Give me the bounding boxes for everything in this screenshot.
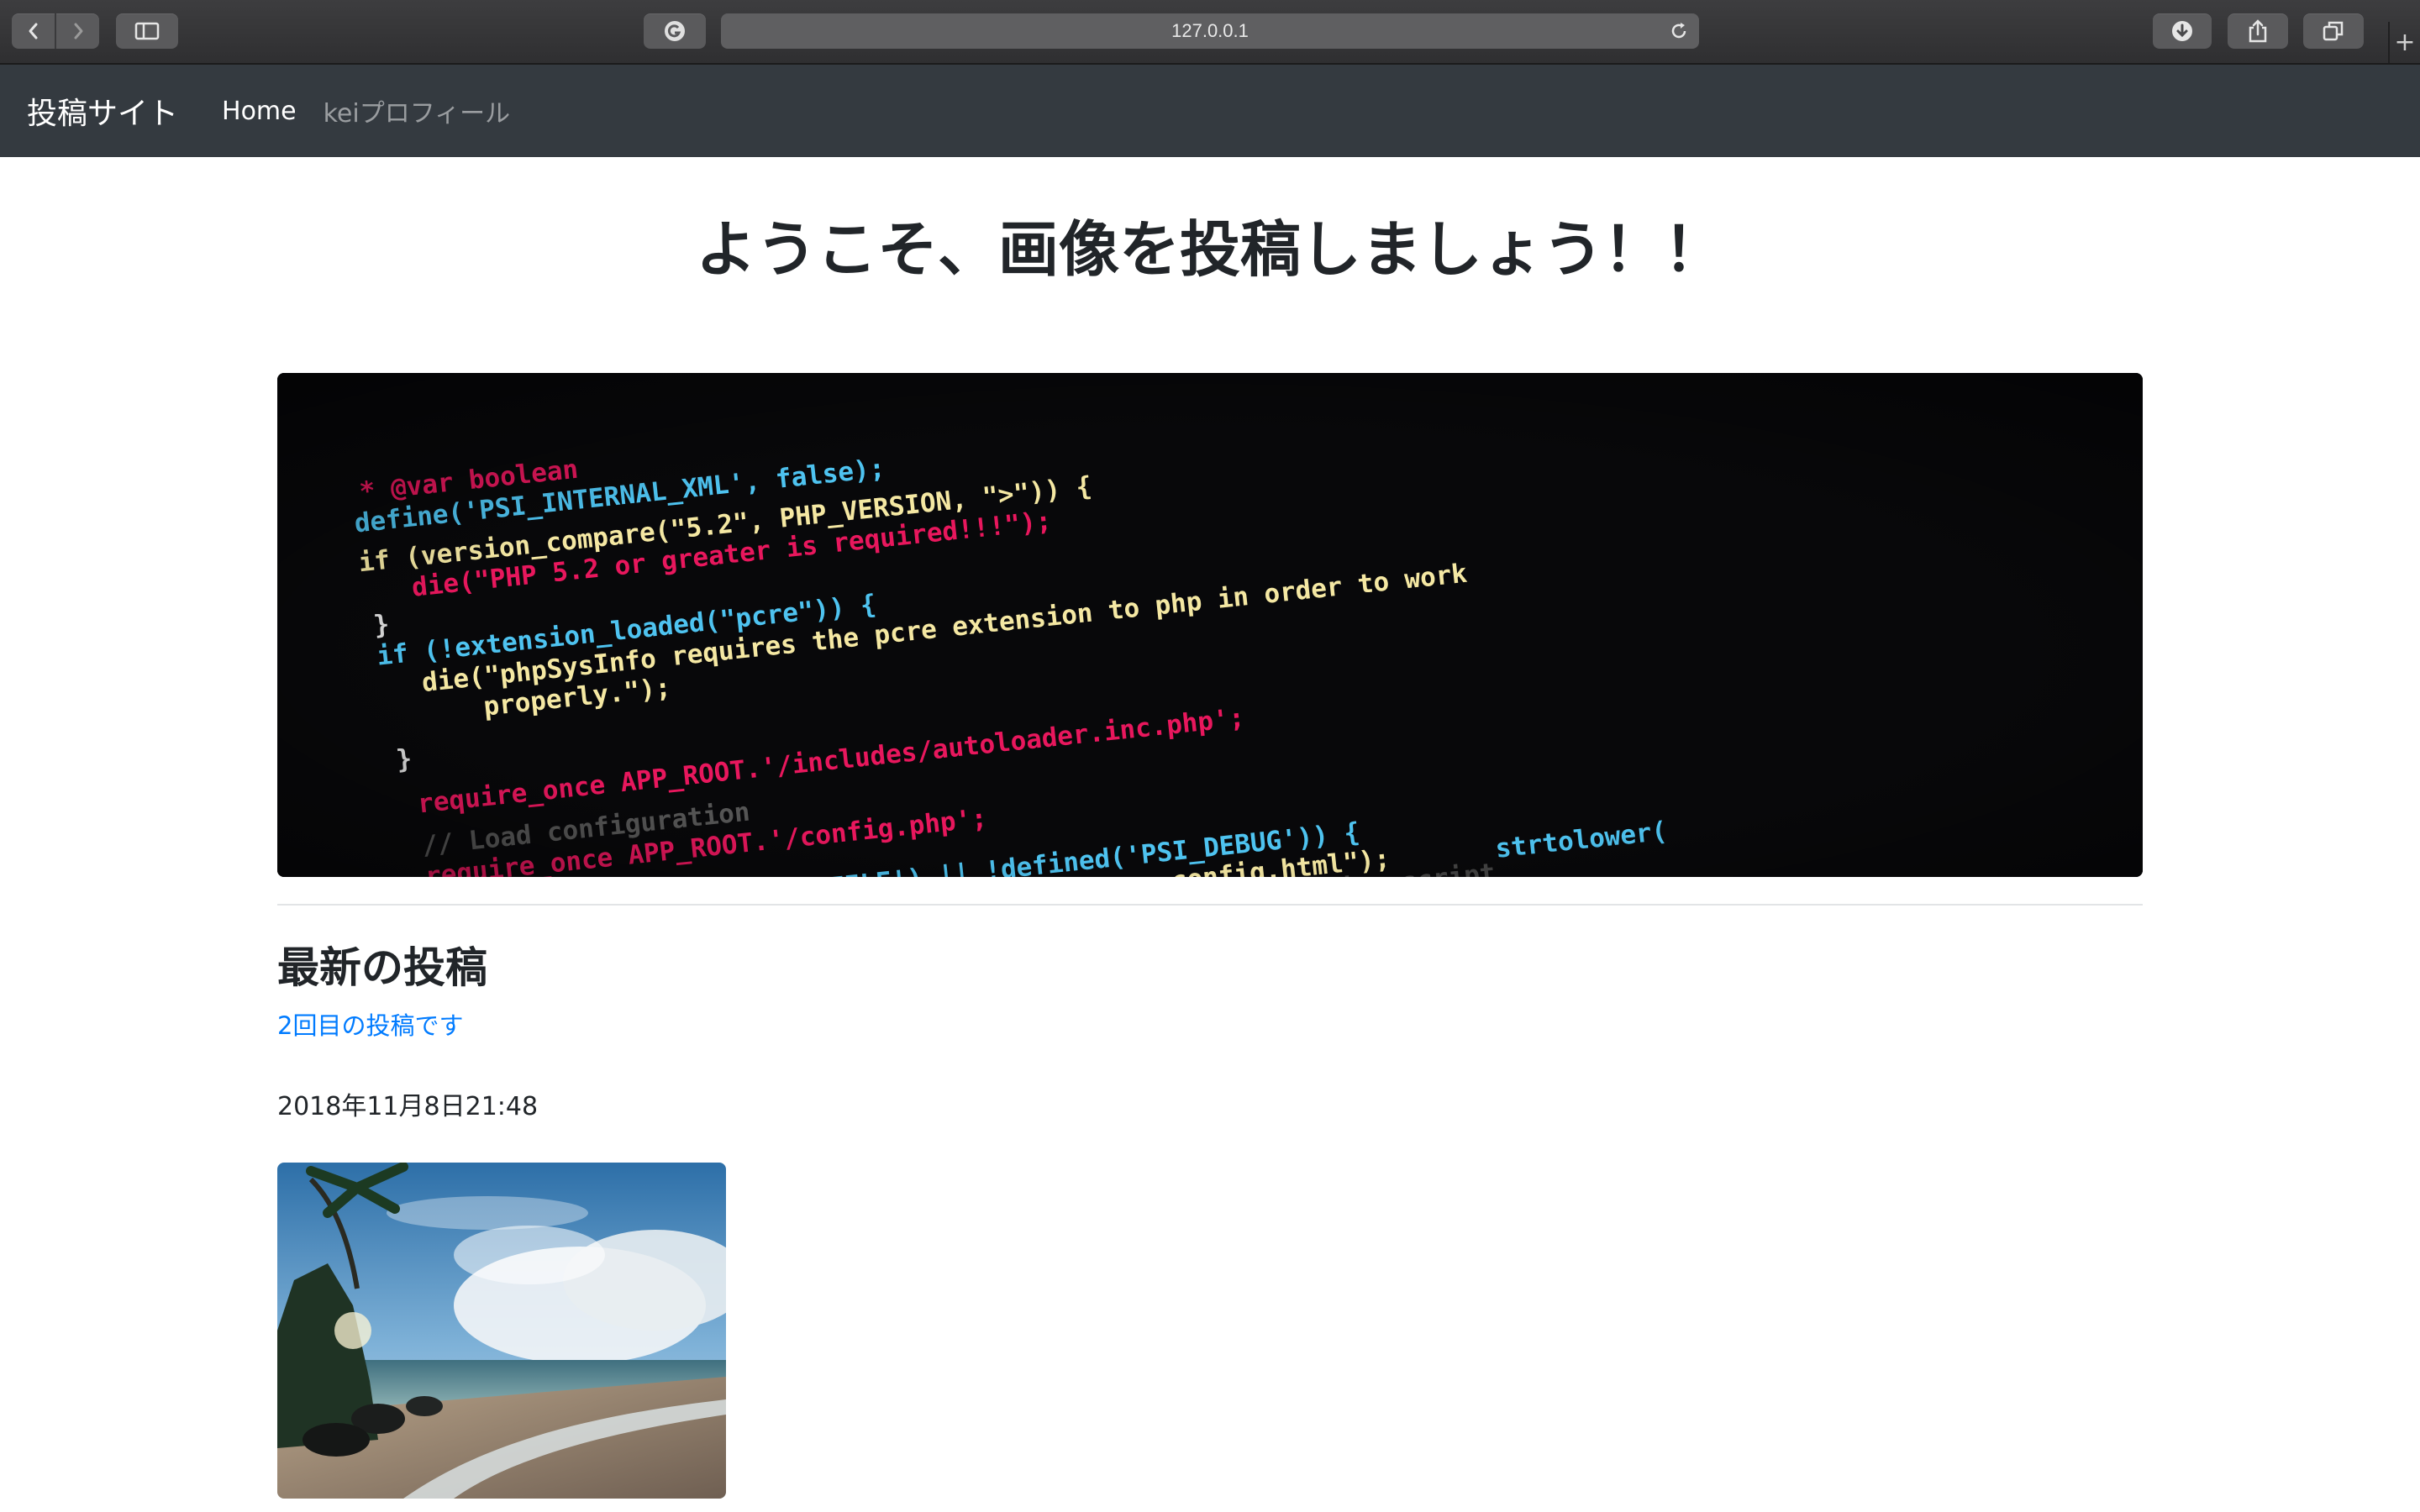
share-button[interactable] — [2228, 13, 2288, 49]
page-title: ようこそ、画像を投稿しましょう！！ — [695, 214, 1724, 285]
nav-link-profile[interactable]: keiプロフィール — [324, 92, 511, 129]
code-screenshot-image: * @var booleandefine('PSI_INTERNAL_XML',… — [277, 373, 2143, 877]
downloads-button[interactable] — [2153, 13, 2212, 49]
sidebar-button[interactable] — [116, 13, 178, 49]
post-image[interactable] — [277, 1163, 726, 1499]
new-tab-button[interactable]: + — [2388, 22, 2420, 63]
history-nav — [12, 13, 99, 49]
chevron-left-icon — [29, 23, 37, 39]
browser-toolbar: 127.0.0.1 + — [0, 0, 2420, 65]
download-icon — [2172, 21, 2192, 41]
tabs-overview-button[interactable] — [2303, 13, 2364, 49]
reload-icon[interactable] — [1669, 21, 1689, 41]
post-date: 2018年11月8日21:48 — [277, 1092, 539, 1121]
url-text: 127.0.0.1 — [1171, 20, 1249, 41]
navbar-brand[interactable]: 投稿サイト — [27, 89, 178, 133]
back-button[interactable] — [12, 13, 56, 49]
share-icon — [2249, 19, 2267, 43]
beach-photo — [277, 1163, 726, 1499]
chevron-right-icon — [74, 23, 82, 39]
extension-button[interactable] — [644, 13, 706, 49]
address-bar[interactable]: 127.0.0.1 — [721, 13, 1699, 49]
latest-posts-heading: 最新の投稿 — [277, 943, 487, 992]
forward-button[interactable] — [56, 13, 99, 49]
grammarly-icon — [665, 21, 685, 41]
hero-image: * @var booleandefine('PSI_INTERNAL_XML',… — [277, 373, 2143, 877]
sidebar-icon — [134, 22, 160, 40]
divider — [277, 904, 2143, 906]
nav-link-home[interactable]: Home — [222, 97, 297, 126]
tabs-icon — [2323, 21, 2344, 41]
site-navbar: 投稿サイト Home keiプロフィール — [0, 65, 2420, 157]
post-title-link[interactable]: 2回目の投稿です — [277, 1006, 463, 1042]
